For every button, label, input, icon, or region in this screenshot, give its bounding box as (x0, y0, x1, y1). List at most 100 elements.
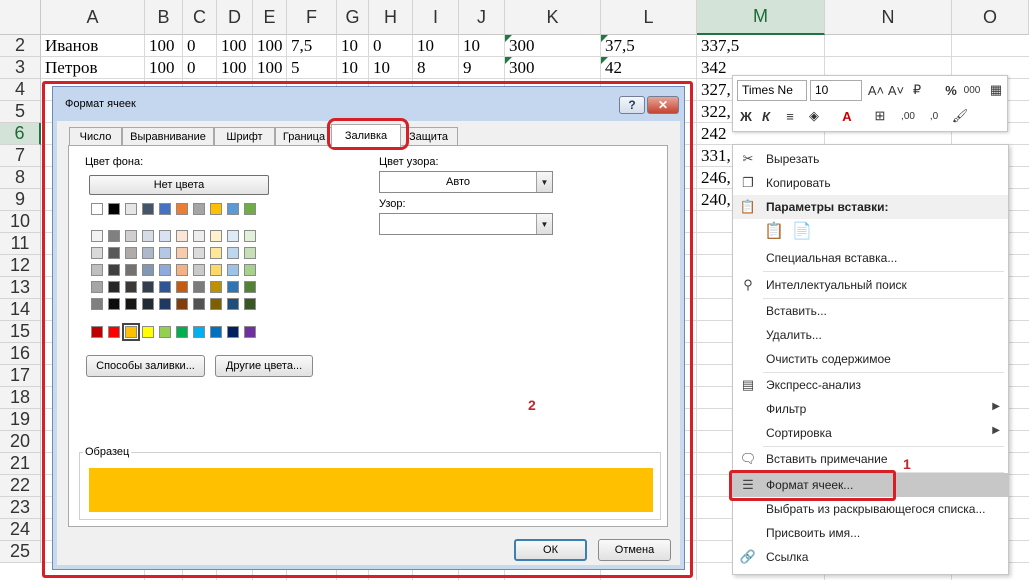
cell-a3[interactable]: Петров (41, 57, 145, 79)
color-swatch[interactable] (244, 264, 256, 276)
column-header-o[interactable]: O (952, 0, 1029, 35)
color-swatch[interactable] (122, 323, 140, 341)
menu-item-0[interactable]: ✂ Вырезать (733, 147, 1008, 171)
tab-5[interactable]: Защита (399, 127, 458, 146)
color-swatch[interactable] (125, 203, 137, 215)
color-swatch[interactable] (159, 326, 171, 338)
color-swatch[interactable] (159, 298, 171, 310)
color-swatch[interactable] (193, 298, 205, 310)
color-swatch[interactable] (159, 281, 171, 293)
color-swatch[interactable] (125, 298, 137, 310)
tab-4[interactable]: Заливка (331, 124, 401, 147)
fill-color-icon[interactable]: ◈ (805, 107, 823, 125)
color-swatch[interactable] (244, 247, 256, 259)
color-swatch[interactable] (142, 247, 154, 259)
cell-k3[interactable]: 300 (505, 57, 601, 79)
color-swatch[interactable] (193, 326, 205, 338)
color-swatch[interactable] (108, 203, 120, 215)
color-swatch[interactable] (142, 281, 154, 293)
color-swatch[interactable] (176, 203, 188, 215)
more-colors-button[interactable]: Другие цвета... (215, 355, 313, 377)
color-swatch[interactable] (91, 247, 103, 259)
menu-item-7[interactable]: Удалить... (733, 323, 1008, 347)
column-header-k[interactable]: K (505, 0, 601, 35)
row-header-18[interactable]: 18 (0, 387, 41, 409)
cell-m7[interactable]: 331, (697, 145, 733, 167)
row-header-15[interactable]: 15 (0, 321, 41, 343)
color-swatch[interactable] (108, 230, 120, 242)
color-swatch[interactable] (244, 298, 256, 310)
menu-item-8[interactable]: Очистить содержимое (733, 347, 1008, 371)
row-header-7[interactable]: 7 (0, 145, 41, 167)
color-swatch[interactable] (227, 247, 239, 259)
menu-item-16[interactable]: 🔗 Ссылка (733, 545, 1008, 569)
color-swatch[interactable] (108, 281, 120, 293)
pattern-color-select[interactable]: Авто ▼ (379, 171, 553, 193)
menu-item-11[interactable]: Сортировка ▶ (733, 421, 1008, 445)
color-swatch[interactable] (193, 281, 205, 293)
menu-item-5[interactable]: ⚲ Интеллектуальный поиск (733, 273, 1008, 297)
row-header-24[interactable]: 24 (0, 519, 41, 541)
cancel-button[interactable]: Отмена (598, 539, 671, 561)
color-swatch[interactable] (159, 247, 171, 259)
cell-b3[interactable]: 100 (145, 57, 183, 79)
color-swatch[interactable] (193, 264, 205, 276)
cell-m8[interactable]: 246, (697, 167, 733, 189)
column-header-g[interactable]: G (337, 0, 369, 35)
select-all-corner[interactable] (0, 0, 41, 35)
row-header-22[interactable]: 22 (0, 475, 41, 497)
cell-e2[interactable]: 100 (253, 35, 287, 57)
cell-h3[interactable]: 10 (369, 57, 413, 79)
italic-icon[interactable]: К (757, 107, 775, 125)
row-header-5[interactable]: 5 (0, 101, 41, 123)
color-swatch[interactable] (227, 281, 239, 293)
row-header-3[interactable]: 3 (0, 57, 41, 79)
column-header-a[interactable]: A (41, 0, 145, 35)
cell-a2[interactable]: Иванов (41, 35, 145, 57)
column-header-n[interactable]: N (825, 0, 952, 35)
row-header-6[interactable]: 6 (0, 123, 41, 145)
row-header-23[interactable]: 23 (0, 497, 41, 519)
dialog-titlebar[interactable]: Формат ячеек ? ✕ (53, 87, 684, 121)
decrease-decimal-icon[interactable]: ,0 (925, 107, 943, 125)
menu-item-6[interactable]: Вставить... (733, 299, 1008, 323)
column-header-d[interactable]: D (217, 0, 253, 35)
color-swatch[interactable] (227, 326, 239, 338)
cell-i2[interactable]: 10 (413, 35, 459, 57)
menu-item-13[interactable]: ☰ Формат ячеек... (733, 473, 1008, 497)
color-swatch[interactable] (193, 203, 205, 215)
color-swatch[interactable] (210, 230, 222, 242)
column-header-l[interactable]: L (601, 0, 697, 35)
bold-icon[interactable]: Ж (737, 107, 755, 125)
color-swatch[interactable] (227, 230, 239, 242)
format-painter-icon[interactable]: 🖌 (951, 107, 969, 125)
font-size-box[interactable]: 10 (810, 80, 862, 101)
row-header-17[interactable]: 17 (0, 365, 41, 387)
decrease-font-icon[interactable]: A˅ (887, 81, 905, 99)
cell-g2[interactable]: 10 (337, 35, 369, 57)
color-swatch[interactable] (227, 264, 239, 276)
color-swatch[interactable] (159, 203, 171, 215)
row-header-25[interactable]: 25 (0, 541, 41, 563)
color-swatch[interactable] (244, 203, 256, 215)
color-swatch[interactable] (176, 230, 188, 242)
chevron-down-icon[interactable]: ▼ (536, 214, 552, 234)
color-swatch[interactable] (91, 264, 103, 276)
row-header-16[interactable]: 16 (0, 343, 41, 365)
increase-decimal-icon[interactable]: ,00 (899, 107, 917, 125)
cell-f3[interactable]: 5 (287, 57, 337, 79)
close-button[interactable]: ✕ (647, 96, 679, 114)
color-swatch[interactable] (244, 326, 256, 338)
color-swatch[interactable] (125, 281, 137, 293)
color-swatch[interactable] (142, 326, 154, 338)
color-swatch[interactable] (108, 247, 120, 259)
color-swatch[interactable] (193, 247, 205, 259)
row-header-4[interactable]: 4 (0, 79, 41, 101)
color-swatch[interactable] (159, 264, 171, 276)
color-swatch[interactable] (142, 203, 154, 215)
ok-button[interactable]: ОК (514, 539, 587, 561)
row-header-10[interactable]: 10 (0, 211, 41, 233)
tab-1[interactable]: Выравнивание (122, 127, 214, 146)
row-header-9[interactable]: 9 (0, 189, 41, 211)
no-color-button[interactable]: Нет цвета (89, 175, 269, 195)
